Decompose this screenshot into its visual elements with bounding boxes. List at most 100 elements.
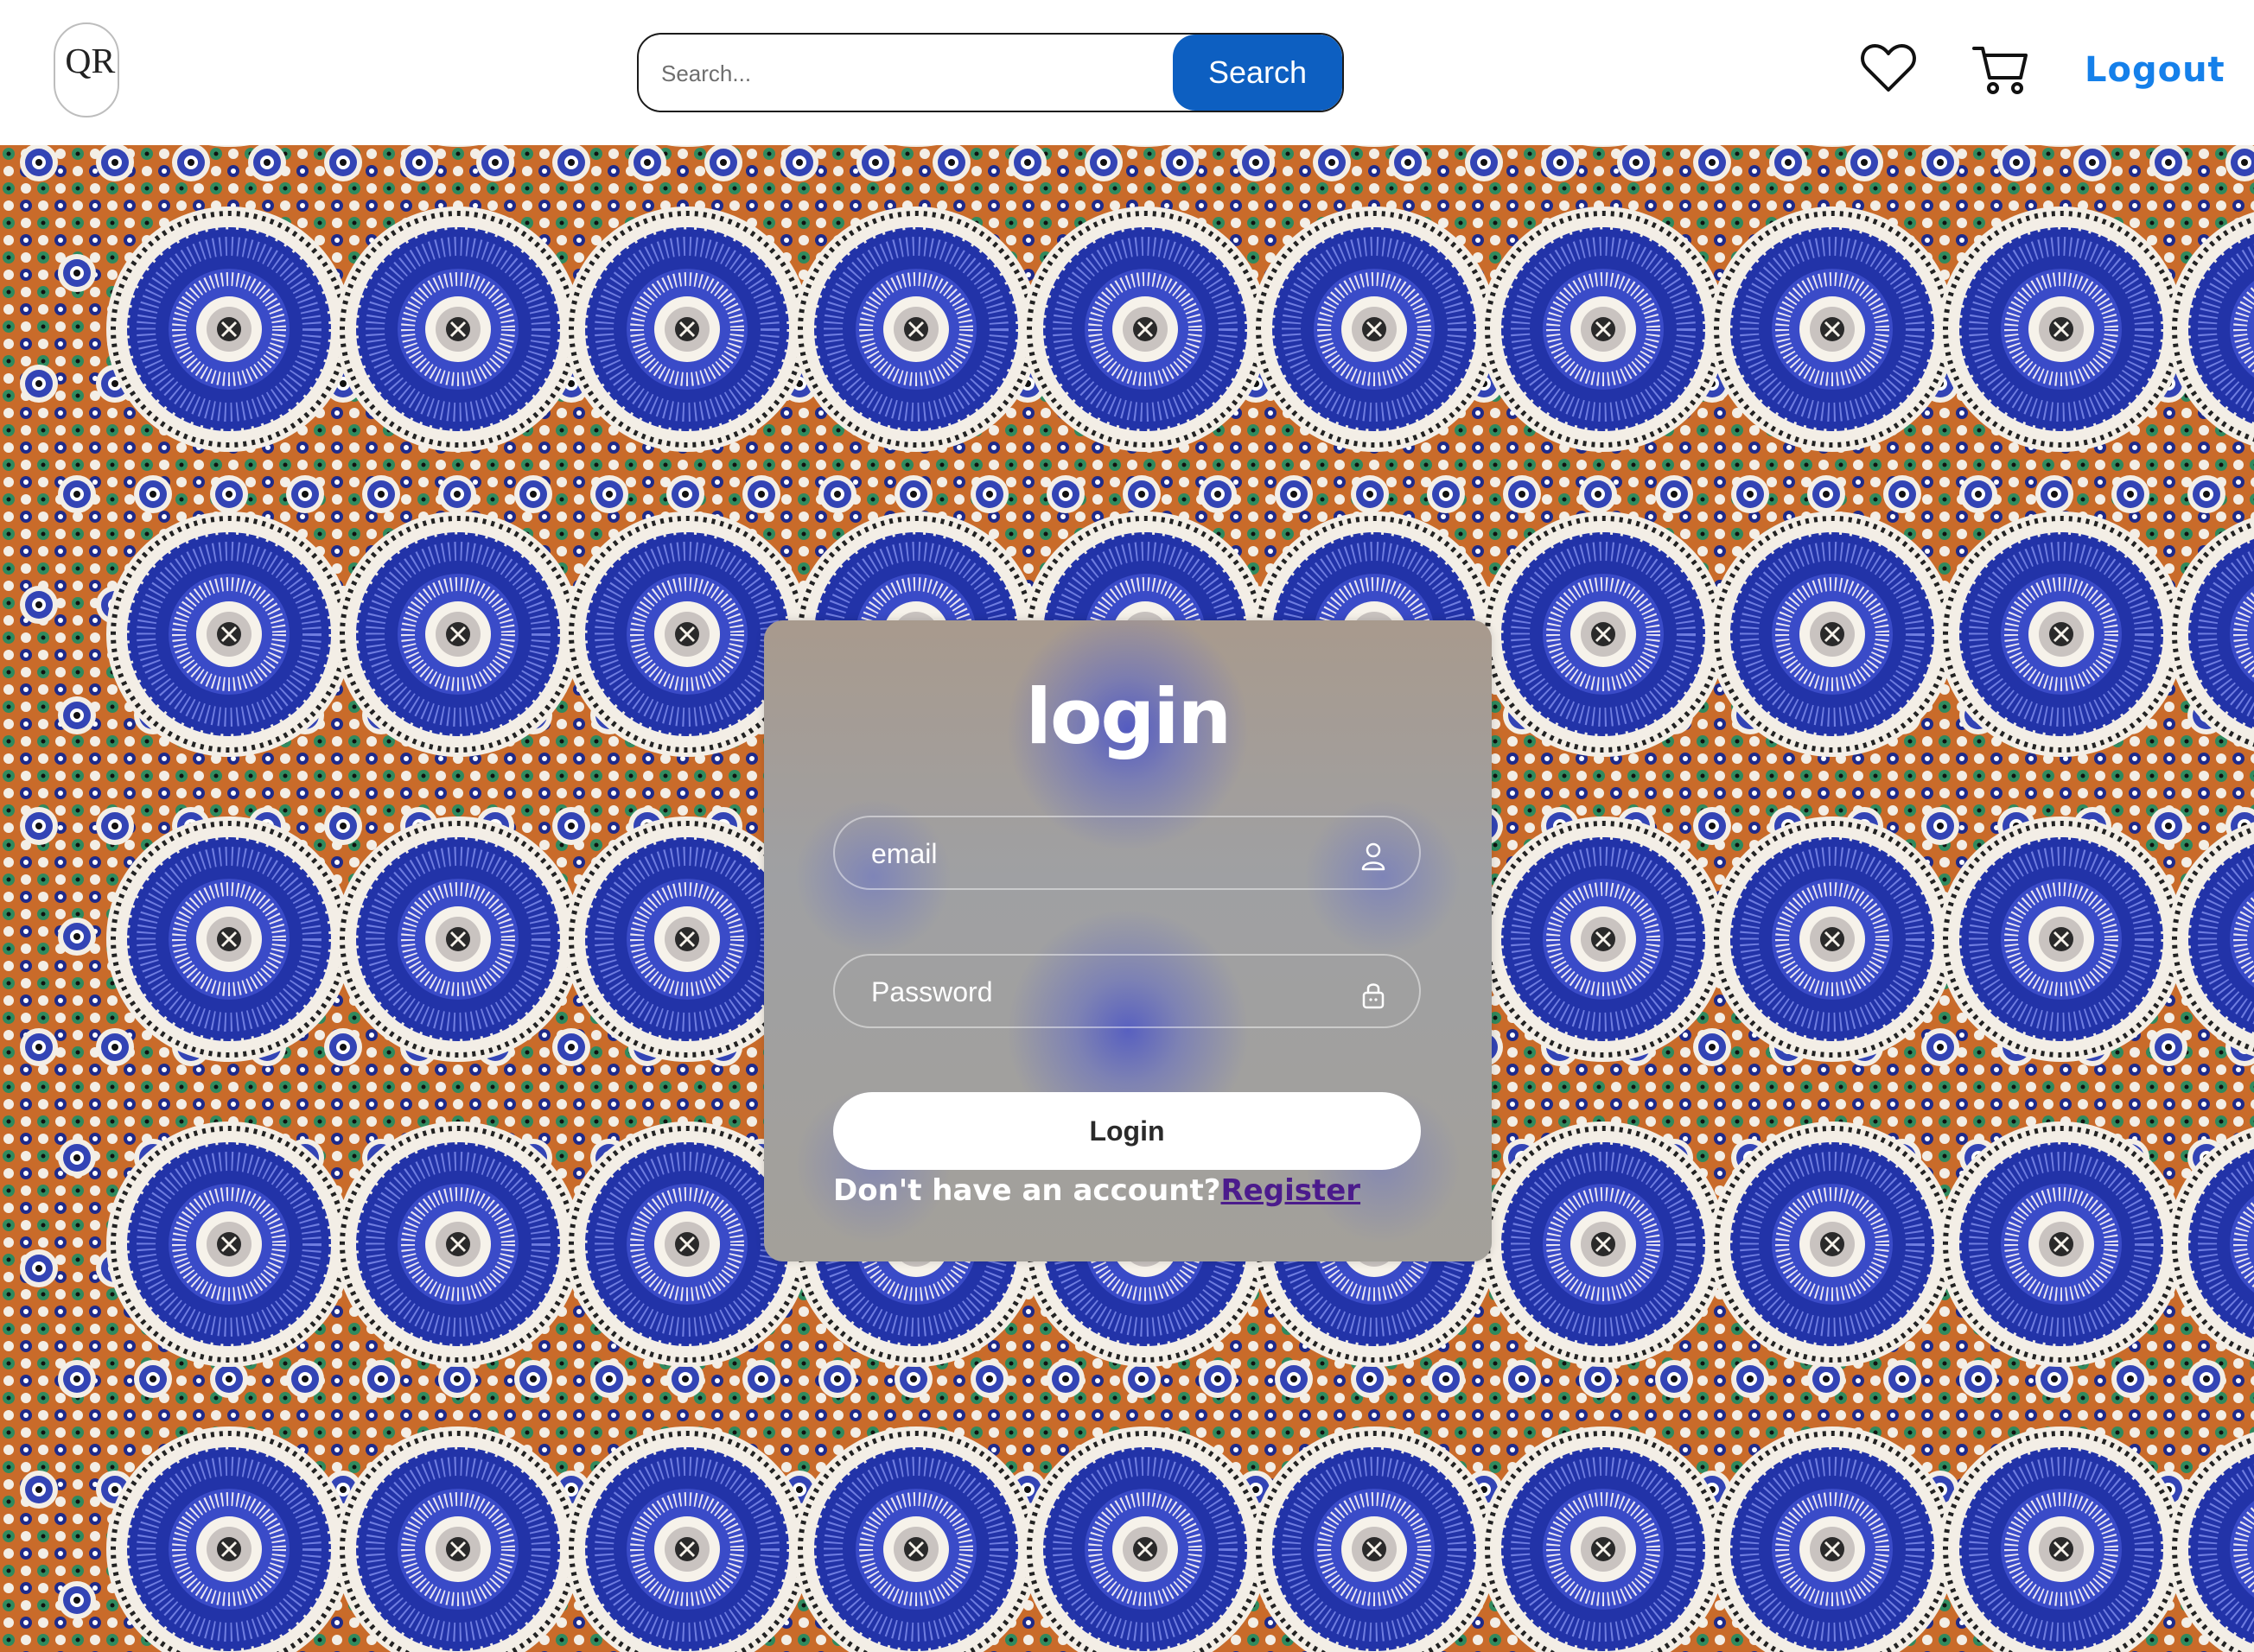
mosaic-rosette [2149,1028,2187,1066]
mosaic-rosette [780,145,818,181]
mosaic-rosette [1351,475,1389,513]
mosaic-medallion [335,511,581,757]
mosaic-rosette [362,1360,400,1398]
mosaic-rosette [1655,475,1693,513]
mosaic-rosette [1769,145,1807,181]
mosaic-rosette [1237,145,1275,181]
mosaic-rosette [1047,1360,1085,1398]
mosaic-rosette [2149,145,2187,181]
mosaic-rosette [134,1360,172,1398]
mosaic-rosette [1389,145,1427,181]
mosaic-rosette [818,1360,856,1398]
mosaic-rosette [58,254,96,292]
login-submit-button[interactable]: Login [833,1092,1421,1170]
mosaic-medallion [335,206,581,452]
mosaic-rosette [210,475,248,513]
mosaic-rosette [514,475,552,513]
mosaic-rosette [1959,1360,1997,1398]
mosaic-rosette [818,475,856,513]
brand-logo[interactable]: QR [54,22,119,118]
mosaic-medallion [1939,206,2184,452]
mosaic-rosette [1731,1360,1769,1398]
mosaic-rosette [514,1360,552,1398]
mosaic-medallion [1480,511,1726,757]
mosaic-rosette [20,145,58,181]
mosaic-medallion [1480,1121,1726,1367]
mosaic-medallion [1251,206,1497,452]
mosaic-medallion [1939,511,2184,757]
mosaic-rosette [172,145,210,181]
login-card: login Login Don't have an account?Regist… [764,620,1492,1261]
mosaic-rosette [96,807,134,845]
mosaic-rosette [58,475,96,513]
logo-monogram-icon: QR [65,41,115,81]
mosaic-rosette [1731,475,1769,513]
mosaic-rosette [1275,1360,1313,1398]
mosaic-medallion [1710,816,1955,1062]
mosaic-rosette [58,918,96,956]
mosaic-rosette [1921,145,1959,181]
mosaic-rosette [552,1028,590,1066]
mosaic-rosette [1807,475,1845,513]
mosaic-rosette [248,145,286,181]
password-input[interactable] [869,956,1357,1028]
mosaic-rosette [590,1360,628,1398]
register-prompt-text: Don't have an account? [833,1173,1221,1208]
mosaic-medallion [106,206,352,452]
top-navbar: QR Search Logout [0,0,2254,145]
mosaic-rosette [134,475,172,513]
search-button[interactable]: Search [1173,35,1342,111]
mosaic-rosette [1199,475,1237,513]
user-icon [1361,842,1385,871]
search-input[interactable] [659,35,1130,111]
mosaic-rosette [895,475,933,513]
login-title: login [1025,672,1232,761]
mosaic-rosette [58,696,96,734]
mosaic-rosette [1427,475,1465,513]
mosaic-rosette [1275,475,1313,513]
mosaic-rosette [1503,1360,1541,1398]
heart-icon[interactable] [1860,41,1917,95]
mosaic-rosette [58,1139,96,1177]
cart-icon[interactable] [1972,43,2029,97]
search-bar: Search [637,33,1344,112]
mosaic-medallion [1710,511,1955,757]
mosaic-rosette [1959,475,1997,513]
mosaic-rosette [476,145,514,181]
mosaic-rosette [324,145,362,181]
mosaic-rosette [20,586,58,624]
logout-link[interactable]: Logout [2085,50,2225,90]
mosaic-rosette [1085,145,1123,181]
mosaic-rosette [666,475,704,513]
mosaic-rosette [1313,145,1351,181]
mosaic-rosette [1579,475,1617,513]
mosaic-medallion [1939,816,2184,1062]
mosaic-rosette [1503,475,1541,513]
mosaic-rosette [1541,145,1579,181]
mosaic-rosette [362,475,400,513]
mosaic-rosette [590,475,628,513]
register-link[interactable]: Register [1220,1173,1360,1208]
mosaic-medallion [1939,1121,2184,1367]
mosaic-medallion [335,816,581,1062]
mosaic-medallion [106,511,352,757]
mosaic-medallion [106,1121,352,1367]
mosaic-rosette [1047,475,1085,513]
email-input[interactable] [869,817,1357,890]
mosaic-rosette [2035,475,2073,513]
mosaic-medallion [335,1121,581,1367]
mosaic-rosette [742,475,780,513]
mosaic-rosette [742,1360,780,1398]
mosaic-rosette [58,1581,96,1619]
mosaic-rosette [971,475,1009,513]
mosaic-rosette [400,145,438,181]
mosaic-rosette [96,1028,134,1066]
mosaic-rosette [438,475,476,513]
mosaic-rosette [1427,1360,1465,1398]
mosaic-rosette [1693,807,1731,845]
mosaic-medallion [1480,206,1726,452]
mosaic-rosette [1123,475,1161,513]
mosaic-rosette [1693,1028,1731,1066]
mosaic-rosette [1921,1028,1959,1066]
mosaic-medallion [1710,206,1955,452]
